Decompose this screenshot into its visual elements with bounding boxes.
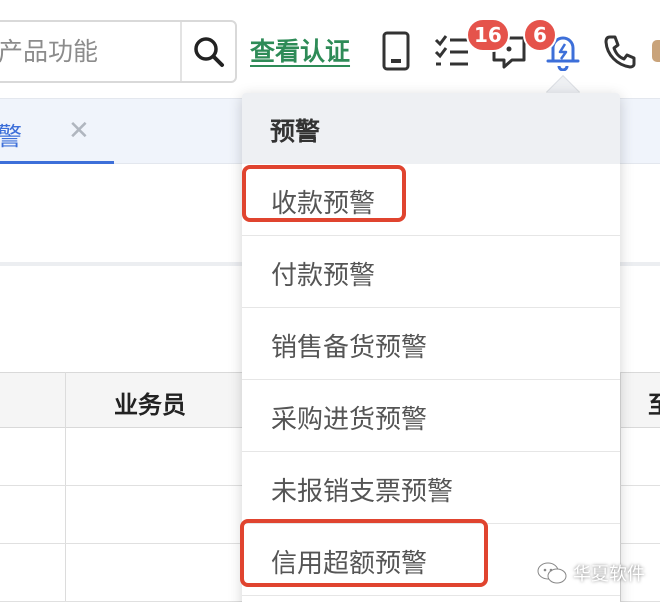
message-badge: 16 xyxy=(466,18,510,52)
menu-item-purchase-stock-alert[interactable]: 采购进货预警 xyxy=(242,380,620,452)
dropdown-title: 预警 xyxy=(270,117,321,146)
search-button[interactable] xyxy=(180,22,235,81)
close-icon[interactable]: ✕ xyxy=(68,118,90,144)
search-input[interactable] xyxy=(0,22,180,81)
menu-item-label: 付款预警 xyxy=(271,261,376,291)
dropdown-header: 预警 xyxy=(242,93,620,164)
column-header-to[interactable]: 至 xyxy=(648,385,660,420)
tablet-icon xyxy=(382,31,410,71)
menu-item-label: 采购进货预警 xyxy=(271,405,428,435)
highlight-receipt-alert xyxy=(242,165,406,222)
watermark-text: 华夏软件 xyxy=(573,564,645,585)
menu-item-unreimbursed-check-alert[interactable]: 未报销支票预警 xyxy=(242,452,620,524)
search-box xyxy=(0,20,237,83)
alert-badge: 6 xyxy=(523,18,557,52)
tab-alerts[interactable]: 预警 ✕ xyxy=(0,99,114,165)
highlight-credit-overlimit-alert xyxy=(240,519,488,587)
phone-icon xyxy=(604,35,636,69)
menu-item-label: 销售备货预警 xyxy=(271,333,428,363)
avatar-edge[interactable] xyxy=(652,40,660,62)
phone-button[interactable] xyxy=(600,32,638,72)
menu-item-sales-stock-alert[interactable]: 销售备货预警 xyxy=(242,308,620,380)
watermark: 华夏软件 xyxy=(537,558,645,588)
tab-label: 预警 xyxy=(0,122,23,151)
column-header-salesperson[interactable]: 业务员 xyxy=(114,385,186,420)
view-certification-link[interactable]: 查看认证 xyxy=(250,32,350,68)
menu-item-label: 未报销支票预警 xyxy=(271,477,454,507)
wechat-icon xyxy=(537,562,567,584)
tablet-button[interactable] xyxy=(378,30,414,72)
search-icon xyxy=(193,36,224,67)
menu-item-payment-alert[interactable]: 付款预警 xyxy=(242,236,620,308)
